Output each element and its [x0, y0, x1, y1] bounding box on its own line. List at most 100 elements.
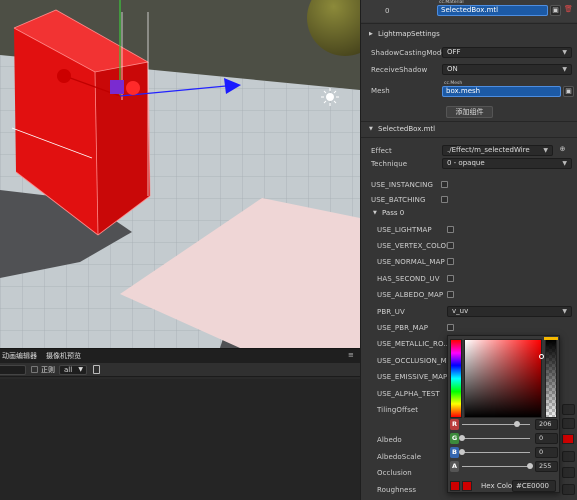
lightmap-settings-label: LightmapSettings [378, 30, 440, 38]
pass-section[interactable]: ▼ Pass 0 [361, 207, 577, 220]
plane-handle[interactable] [110, 80, 124, 94]
roughness-input[interactable] [562, 484, 575, 495]
pass-flag-label: USE_ALBEDO_MAP [377, 291, 444, 299]
technique-value: 0 - opaque [447, 159, 485, 167]
alpha-slider[interactable] [545, 339, 557, 418]
alpha-slider-track[interactable] [462, 466, 530, 467]
current-color-swatch[interactable] [462, 481, 472, 491]
tiling-offset-input[interactable] [562, 418, 575, 429]
use-pbr-map-checkbox[interactable] [447, 324, 454, 331]
previous-color-swatch[interactable] [450, 481, 460, 491]
locate-effect-icon[interactable]: ⊕ [557, 145, 568, 156]
occlusion-input[interactable] [562, 467, 575, 478]
green-slider-track[interactable] [462, 438, 530, 439]
use-batching-checkbox[interactable] [441, 196, 448, 203]
pass-flag-label: USE_NORMAL_MAP [377, 258, 445, 266]
technique-select[interactable]: 0 - opaque ▼ [442, 158, 572, 169]
albedo-scale-input[interactable] [562, 451, 575, 462]
green-slider-knob[interactable] [459, 435, 465, 441]
lightmap-settings-section[interactable]: ▶ LightmapSettings [361, 28, 577, 41]
pass-flag-label: USE_VERTEX_COLOR [377, 242, 452, 250]
red-slider-knob[interactable] [514, 421, 521, 427]
add-component-label: 添加组件 [455, 108, 484, 116]
blue-slider-knob[interactable] [459, 449, 465, 455]
alpha-slider-handle[interactable] [544, 337, 558, 340]
locate-asset-icon[interactable]: ▣ [563, 86, 574, 97]
use-vertex-color-checkbox[interactable] [447, 242, 454, 249]
pass-section-label: Pass 0 [382, 209, 405, 217]
red-channel-row: R 206 [450, 419, 558, 430]
x-axis-handle[interactable] [57, 69, 71, 83]
tab-animation-editor[interactable]: 动画编辑器 [0, 349, 39, 363]
receive-shadow-value: ON [447, 65, 458, 73]
chevron-down-icon: ▼ [78, 366, 83, 373]
has-second-uv-checkbox[interactable] [447, 275, 454, 282]
material-asset-field[interactable]: SelectedBox.mtl [437, 5, 548, 16]
blue-slider-track[interactable] [462, 452, 530, 453]
bottom-panel: 动画编辑器 摄像机预览 ≡ 正则 all ▼ [0, 348, 360, 500]
blue-channel-row: B 0 [450, 447, 558, 458]
alpha-slider-knob[interactable] [527, 463, 533, 469]
chevron-right-icon: ▶ [369, 31, 373, 37]
chevron-down-icon: ▼ [369, 126, 373, 132]
chevron-down-icon: ▼ [543, 147, 548, 154]
saturation-value-area[interactable] [464, 339, 544, 418]
pass-flag-label: USE_LIGHTMAP [377, 226, 432, 234]
shadow-casting-select[interactable]: OFF ▼ [442, 47, 572, 58]
document-icon[interactable] [93, 365, 100, 374]
chevron-down-icon: ▼ [562, 160, 567, 167]
use-lightmap-checkbox[interactable] [447, 226, 454, 233]
locate-asset-icon[interactable]: ▣ [550, 5, 561, 16]
blue-value-input[interactable]: 0 [535, 447, 558, 458]
delete-icon[interactable]: 🗑 [563, 5, 574, 16]
bottom-toolbar: 正则 all ▼ [0, 363, 360, 377]
regex-checkbox[interactable] [31, 366, 38, 373]
albedo-color-swatch[interactable] [562, 434, 574, 444]
albedo-label: Albedo [377, 436, 402, 444]
scene-canvas[interactable] [0, 0, 360, 348]
hex-color-label: Hex Color [481, 482, 516, 490]
red-channel-badge: R [450, 419, 459, 430]
tab-camera-preview[interactable]: 摄像机预览 [44, 349, 83, 363]
chevron-down-icon: ▼ [562, 308, 567, 315]
console-output [0, 379, 360, 500]
chevron-down-icon: ▼ [373, 210, 377, 216]
green-value-input[interactable]: 0 [535, 433, 558, 444]
alpha-value-input[interactable]: 255 [535, 461, 558, 472]
pbr-uv-value: v_uv [452, 307, 469, 315]
use-instancing-checkbox[interactable] [441, 181, 448, 188]
color-cursor[interactable] [539, 354, 544, 359]
add-component-button[interactable]: 添加组件 [446, 106, 493, 118]
use-normal-map-checkbox[interactable] [447, 258, 454, 265]
chevron-down-icon: ▼ [562, 66, 567, 73]
tiling-offset-input[interactable] [562, 404, 575, 415]
regex-checkbox-label: 正则 [41, 366, 55, 374]
receive-shadow-select[interactable]: ON ▼ [442, 64, 572, 75]
receive-shadow-label: ReceiveShadow [371, 66, 428, 74]
pass-flag-label: USE_PBR_MAP [377, 324, 429, 332]
pass-flag-label: USE_OCCLUSION_M... [377, 357, 454, 365]
alpha-channel-row: A 255 [450, 461, 558, 472]
green-channel-row: G 0 [450, 433, 558, 444]
occlusion-label: Occlusion [377, 469, 412, 477]
mesh-asset-field[interactable]: box.mesh [442, 86, 561, 97]
color-picker-popup: R 206 G 0 B 0 A 255 Hex Color #CE0000 [447, 335, 560, 493]
material-asset-value: SelectedBox.mtl [441, 6, 499, 14]
use-instancing-label: USE_INSTANCING [371, 181, 434, 189]
filter-input[interactable] [0, 365, 26, 375]
material-section[interactable]: ▼ SelectedBox.mtl [361, 123, 577, 136]
pbr-uv-select[interactable]: v_uv ▼ [447, 306, 572, 317]
scene-viewport[interactable] [0, 0, 360, 348]
level-select[interactable]: all ▼ [59, 365, 87, 375]
hue-slider[interactable] [450, 339, 462, 418]
pass-flag-label: USE_ALPHA_TEST [377, 390, 440, 398]
use-albedo-map-checkbox[interactable] [447, 291, 454, 298]
panel-menu-icon[interactable]: ≡ [348, 352, 355, 359]
effect-select[interactable]: ./Effect/m_selectedWire ▼ [442, 145, 553, 156]
red-value-input[interactable]: 206 [535, 419, 558, 430]
center-handle[interactable] [126, 81, 140, 95]
hex-color-input[interactable]: #CE0000 [512, 480, 556, 492]
albedo-scale-label: AlbedoScale [377, 453, 422, 461]
pass-flag-label: HAS_SECOND_UV [377, 275, 440, 283]
pass-flag-label: USE_EMISSIVE_MAP [377, 373, 448, 381]
